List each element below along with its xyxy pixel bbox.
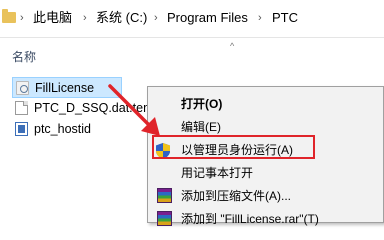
menu-item-label: 编辑(E): [181, 120, 221, 134]
file-name: PTC_D_SSQ.dat.tem: [34, 101, 154, 115]
breadcrumb-ptc[interactable]: PTC: [272, 9, 298, 27]
column-header-name[interactable]: 名称: [12, 48, 36, 65]
address-bar[interactable]: › 此电脑 › 系统 (C:) › Program Files › PTC: [0, 0, 384, 38]
file-name: FillLicense: [35, 81, 95, 95]
menu-item-label: 用记事本打开: [181, 166, 254, 180]
menu-item-label: 添加到 "FillLicense.rar"(T): [181, 212, 319, 226]
breadcrumb-this-pc[interactable]: 此电脑: [33, 9, 72, 27]
winrar-icon: [157, 211, 172, 226]
menu-item-label: 打开(O): [181, 97, 223, 111]
menu-item-open[interactable]: 打开(O): [148, 93, 383, 115]
breadcrumb-separator-icon: ›: [154, 12, 158, 24]
license-executable-icon: [16, 81, 29, 95]
breadcrumb-separator-icon: ›: [258, 12, 262, 24]
annotation-highlight-box: [152, 135, 315, 159]
breadcrumb-separator-icon: ›: [83, 12, 87, 24]
document-icon: [15, 101, 28, 115]
sort-chevron-up-icon[interactable]: ^: [230, 41, 234, 51]
menu-item-open-with-notepad[interactable]: 用记事本打开: [148, 162, 383, 184]
menu-item-add-to-rar[interactable]: 添加到 "FillLicense.rar"(T): [148, 208, 383, 230]
hostid-executable-icon: [15, 122, 28, 136]
menu-item-add-to-archive[interactable]: 添加到压缩文件(A)...: [148, 185, 383, 207]
winrar-icon: [157, 188, 172, 203]
breadcrumb-system-drive[interactable]: 系统 (C:): [96, 9, 147, 27]
breadcrumb-program-files[interactable]: Program Files: [167, 9, 248, 27]
file-row[interactable]: FillLicense: [12, 77, 122, 98]
breadcrumb-separator-icon: ›: [20, 12, 24, 24]
menu-item-label: 添加到压缩文件(A)...: [181, 189, 291, 203]
file-name: ptc_hostid: [34, 122, 91, 136]
folder-icon: [2, 9, 16, 23]
